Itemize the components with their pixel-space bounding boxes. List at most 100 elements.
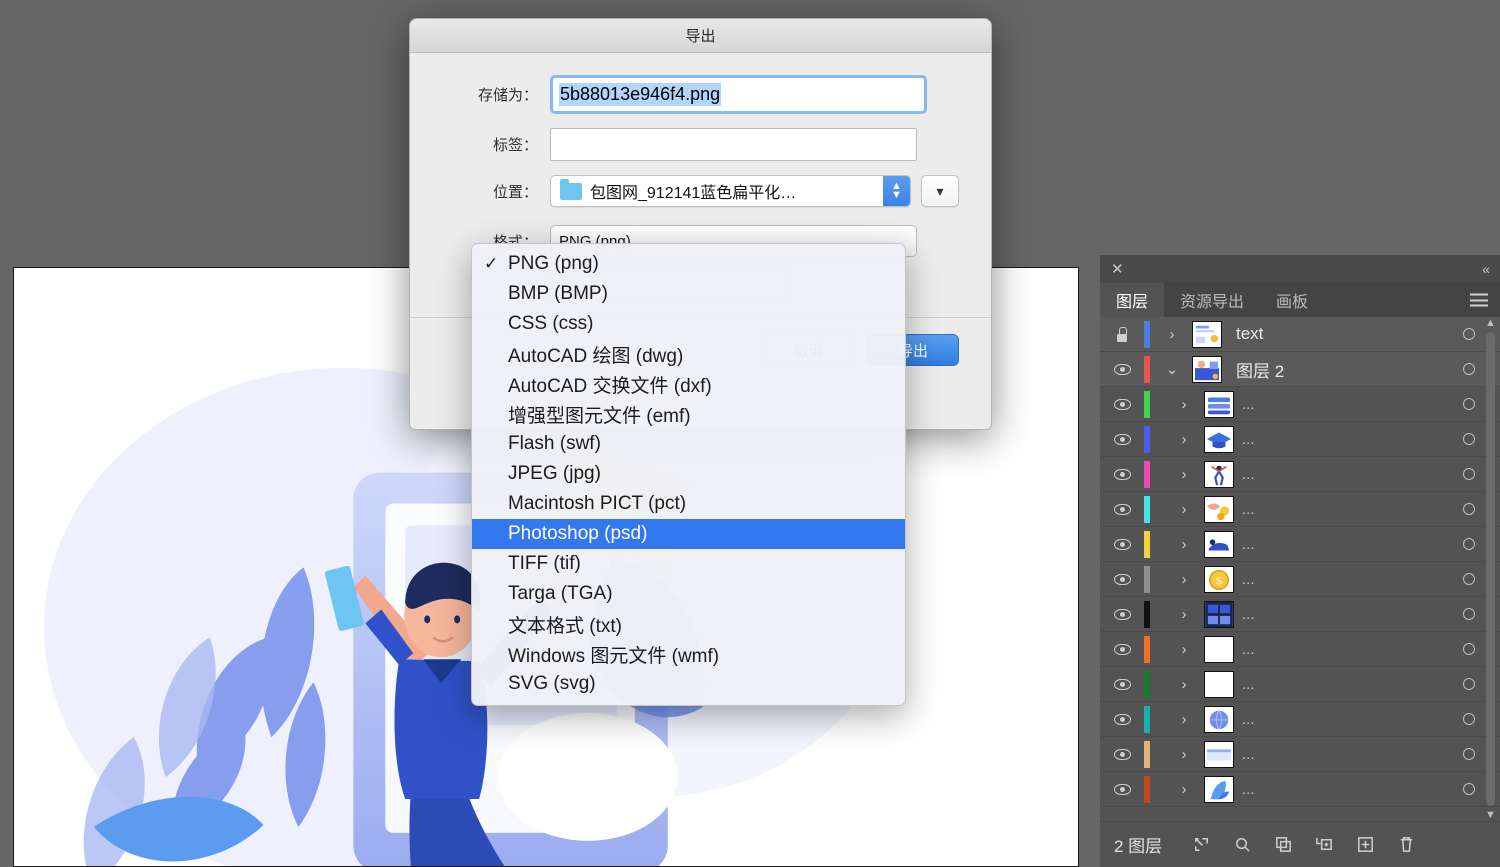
chevron-right-icon[interactable]: › [1164, 746, 1204, 763]
layer-name[interactable]: ... [1234, 466, 1438, 483]
tab-layers[interactable]: 图层 [1100, 283, 1165, 317]
new-sublayer-icon[interactable] [1315, 835, 1334, 854]
chevron-right-icon[interactable]: › [1164, 501, 1204, 518]
layer-row[interactable]: ›... [1100, 632, 1500, 667]
tab-asset-export[interactable]: 资源导出 [1164, 283, 1260, 317]
export-icon[interactable] [1192, 835, 1211, 854]
format-menu-item[interactable]: Windows 图元文件 (wmf) [472, 639, 905, 669]
format-menu-item[interactable]: Flash (swf) [472, 429, 905, 459]
visibility-toggle[interactable] [1100, 398, 1144, 410]
visibility-toggle[interactable] [1100, 608, 1144, 620]
lock-toggle[interactable] [1100, 326, 1144, 342]
visibility-toggle[interactable] [1100, 573, 1144, 585]
layer-name[interactable]: ... [1234, 571, 1438, 588]
layer-row[interactable]: ›... [1100, 667, 1500, 702]
layer-row[interactable]: ›... [1100, 387, 1500, 422]
layer-name[interactable]: ... [1234, 746, 1438, 763]
scroll-thumb[interactable] [1486, 332, 1495, 806]
format-menu-item[interactable]: 文本格式 (txt) [472, 609, 905, 639]
tab-artboards[interactable]: 画板 [1260, 283, 1324, 317]
format-menu-item-label: AutoCAD 交换文件 (dxf) [508, 375, 712, 397]
visibility-toggle[interactable] [1100, 783, 1144, 795]
delete-icon[interactable] [1397, 835, 1416, 854]
layer-row[interactable]: ›... [1100, 492, 1500, 527]
format-menu-item[interactable]: Targa (TGA) [472, 579, 905, 609]
format-dropdown-menu[interactable]: ✓ PNG (png) BMP (BMP) CSS (css) AutoCAD 绘图 (… [471, 243, 906, 706]
format-menu-item[interactable]: ✓ PNG (png) [472, 249, 905, 279]
chevron-right-icon[interactable]: › [1164, 606, 1204, 623]
layer-thumbnail [1204, 390, 1234, 418]
layer-row[interactable]: ›... [1100, 737, 1500, 772]
chevron-right-icon[interactable]: › [1164, 466, 1204, 483]
visibility-toggle[interactable] [1100, 748, 1144, 760]
visibility-toggle[interactable] [1100, 363, 1144, 375]
format-menu-item[interactable]: CSS (css) [472, 309, 905, 339]
layer-row[interactable]: ›... [1100, 527, 1500, 562]
visibility-toggle[interactable] [1100, 678, 1144, 690]
chevron-right-icon[interactable]: › [1152, 326, 1192, 343]
visibility-toggle[interactable] [1100, 433, 1144, 445]
visibility-toggle[interactable] [1100, 538, 1144, 550]
layer-name[interactable]: ... [1234, 676, 1438, 693]
format-menu-item[interactable]: 增强型图元文件 (emf) [472, 399, 905, 429]
layer-list[interactable]: › text ⌄ 图层 2 ›... ›... ›... ›... ›... › $... ›... ›… [1100, 317, 1500, 821]
layer-row[interactable]: ›... [1100, 702, 1500, 737]
format-menu-item-label: Windows 图元文件 (wmf) [508, 645, 720, 667]
layer-name[interactable]: 图层 2 [1222, 357, 1438, 382]
format-menu-item[interactable]: Photoshop (psd) [472, 519, 905, 549]
layer-scrollbar[interactable]: ▲ ▼ [1484, 317, 1497, 821]
layer-name[interactable]: ... [1234, 431, 1438, 448]
visibility-toggle[interactable] [1100, 713, 1144, 725]
layers-panel[interactable]: ✕ « 图层 资源导出 画板 › text ⌄ 图层 2 ›... ›... ›... ›..… [1100, 255, 1500, 867]
format-menu-item[interactable]: AutoCAD 交换文件 (dxf) [472, 369, 905, 399]
layer-name[interactable]: ... [1234, 536, 1438, 553]
layer-name[interactable]: text [1222, 324, 1438, 344]
layer-row[interactable]: ›... [1100, 597, 1500, 632]
scroll-down-icon[interactable]: ▼ [1485, 809, 1496, 821]
layer-name[interactable]: ... [1234, 396, 1438, 413]
format-menu-item[interactable]: SVG (svg) [472, 669, 905, 699]
layer-row[interactable]: ⌄ 图层 2 [1100, 352, 1500, 387]
folder-icon [560, 178, 582, 200]
layer-name[interactable]: ... [1234, 781, 1438, 798]
layer-row[interactable]: › text [1100, 317, 1500, 352]
duplicate-icon[interactable] [1274, 835, 1293, 854]
chevron-right-icon[interactable]: › [1164, 641, 1204, 658]
chevron-right-icon[interactable]: › [1164, 396, 1204, 413]
format-menu-item[interactable]: BMP (BMP) [472, 279, 905, 309]
visibility-toggle[interactable] [1100, 468, 1144, 480]
visibility-toggle[interactable] [1100, 643, 1144, 655]
chevron-right-icon[interactable]: › [1164, 431, 1204, 448]
chevron-right-icon[interactable]: › [1164, 711, 1204, 728]
visibility-toggle[interactable] [1100, 503, 1144, 515]
layer-name[interactable]: ... [1234, 711, 1438, 728]
tags-input[interactable] [550, 128, 917, 161]
layer-row[interactable]: › $... [1100, 562, 1500, 597]
new-layer-icon[interactable] [1356, 835, 1375, 854]
location-expand-button[interactable]: ▾ [921, 175, 959, 207]
chevron-right-icon[interactable]: › [1164, 571, 1204, 588]
location-stepper[interactable]: ▲ ▼ [883, 176, 910, 206]
locate-icon[interactable] [1233, 835, 1252, 854]
chevron-right-icon[interactable]: › [1164, 781, 1204, 798]
chevron-right-icon[interactable]: › [1164, 676, 1204, 693]
format-menu-item[interactable]: Macintosh PICT (pct) [472, 489, 905, 519]
layer-row[interactable]: ›... [1100, 422, 1500, 457]
scroll-up-icon[interactable]: ▲ [1485, 317, 1496, 329]
format-menu-item[interactable]: TIFF (tif) [472, 549, 905, 579]
layer-name[interactable]: ... [1234, 641, 1438, 658]
location-dropdown[interactable]: 包图网_912141蓝色扁平化… ▲ ▼ [550, 175, 911, 207]
format-menu-item[interactable]: JPEG (jpg) [472, 459, 905, 489]
layer-name[interactable]: ... [1234, 501, 1438, 518]
layer-row[interactable]: ›... [1100, 457, 1500, 492]
format-menu-item[interactable]: AutoCAD 绘图 (dwg) [472, 339, 905, 369]
save-as-input[interactable]: 5b88013e946f4.png [550, 75, 927, 114]
panel-menu-icon[interactable] [1470, 293, 1488, 307]
collapse-panel-icon[interactable]: « [1482, 261, 1490, 277]
chevron-down-icon[interactable]: ⌄ [1152, 360, 1192, 378]
layer-name[interactable]: ... [1234, 606, 1438, 623]
chevron-right-icon[interactable]: › [1164, 536, 1204, 553]
layer-row[interactable]: ›... [1100, 772, 1500, 807]
close-icon[interactable]: ✕ [1111, 260, 1124, 278]
eye-icon [1113, 748, 1131, 760]
